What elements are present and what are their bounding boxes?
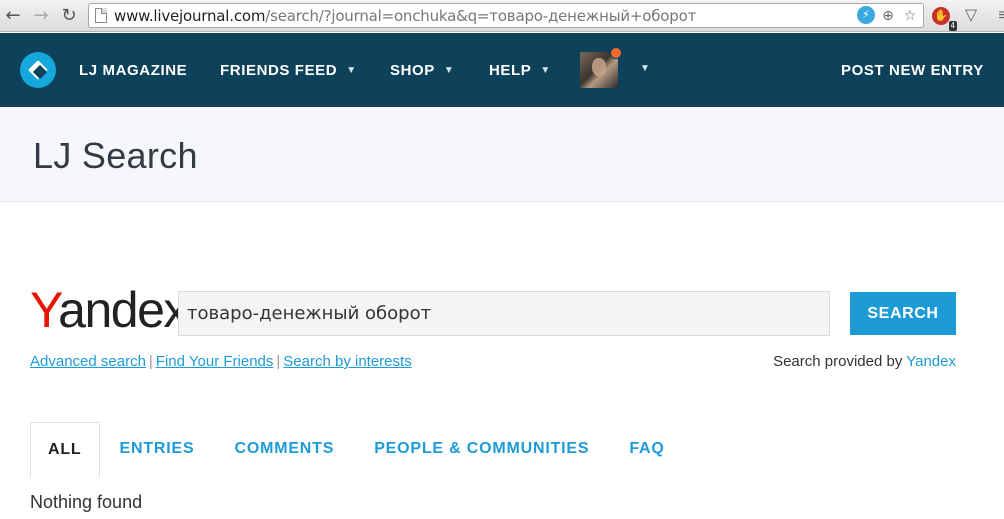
nav-lj-magazine[interactable]: LJ MAGAZINE (79, 33, 187, 107)
url-text: www.livejournal.com/search/?journal=onch… (114, 7, 697, 25)
yandex-logo: Yandex (30, 282, 188, 338)
advanced-search-link[interactable]: Advanced search (30, 353, 146, 370)
search-provider: Search provided by Yandex (773, 353, 956, 370)
site-header: LJ MAGAZINE FRIENDS FEED ▼ SHOP ▼ HELP ▼ ▼ … (0, 33, 1004, 107)
result-message: Nothing found (30, 492, 143, 512)
page-title: LJ Search (33, 135, 198, 176)
tab-entries[interactable]: ENTRIES (100, 422, 215, 478)
nav-shop[interactable]: SHOP ▼ (390, 33, 454, 107)
filter-icon[interactable]: ▽ (960, 5, 982, 27)
nav-friends-feed[interactable]: FRIENDS FEED ▼ (220, 33, 357, 107)
browser-toolbar: ← → ↻ www.livejournal.com/search/?journa… (0, 0, 1004, 32)
reload-icon[interactable]: ↻ (58, 5, 80, 27)
lightning-icon[interactable]: ⚡ (857, 6, 875, 24)
user-avatar[interactable] (580, 47, 622, 88)
zoom-icon[interactable]: ⊕ (879, 6, 897, 24)
livejournal-logo-icon[interactable] (20, 52, 56, 88)
post-new-entry-button[interactable]: POST NEW ENTRY (841, 33, 984, 107)
adblock-count: 4 (948, 21, 957, 31)
chevron-down-icon: ▼ (540, 64, 551, 76)
bookmark-star-icon[interactable]: ☆ (901, 6, 919, 24)
tab-people-communities[interactable]: PEOPLE & COMMUNITIES (354, 422, 609, 478)
result-tabs: ALL ENTRIES COMMENTS PEOPLE & COMMUNITIE… (30, 422, 685, 478)
tab-comments[interactable]: COMMENTS (214, 422, 354, 478)
find-friends-link[interactable]: Find Your Friends (156, 353, 274, 370)
search-by-interests-link[interactable]: Search by interests (283, 353, 411, 370)
page-icon (95, 8, 107, 23)
chevron-down-icon: ▼ (346, 64, 357, 76)
tab-faq[interactable]: FAQ (609, 422, 684, 478)
notification-dot-icon (610, 47, 622, 59)
menu-icon[interactable]: ≡ (992, 5, 1004, 27)
tab-all[interactable]: ALL (30, 422, 100, 478)
nav-help[interactable]: HELP ▼ (489, 33, 551, 107)
search-links: Advanced search | Find Your Friends | Search… (30, 353, 412, 370)
title-band: LJ Search (0, 107, 1004, 202)
chevron-down-icon: ▼ (443, 64, 455, 76)
address-bar[interactable]: www.livejournal.com/search/?journal=onch… (88, 3, 924, 28)
user-menu-chevron-icon[interactable]: ▼ (640, 63, 650, 74)
adblock-icon[interactable]: ✋ 4 (932, 7, 957, 31)
search-input[interactable] (178, 291, 830, 336)
back-arrow-icon[interactable]: ← (2, 5, 24, 27)
yandex-link[interactable]: Yandex (906, 353, 956, 370)
search-button[interactable]: SEARCH (850, 292, 956, 335)
forward-arrow-icon[interactable]: → (30, 5, 52, 27)
